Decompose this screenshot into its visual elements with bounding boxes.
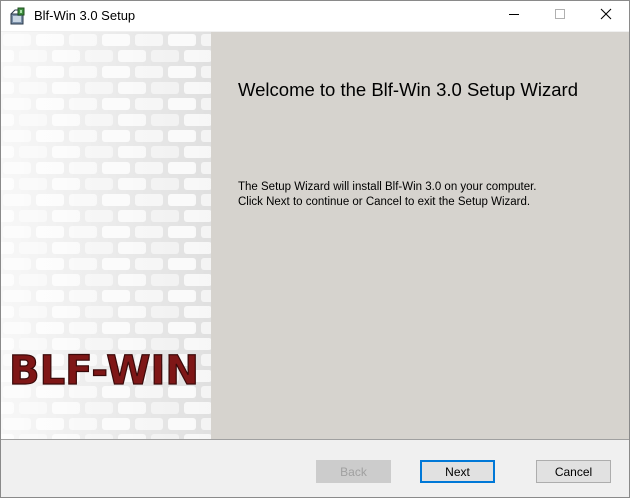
window-title: Blf-Win 3.0 Setup	[34, 8, 136, 23]
maximize-icon	[554, 7, 566, 25]
minimize-button[interactable]	[491, 1, 537, 31]
description-line: Click Next to continue or Cancel to exit…	[238, 196, 531, 208]
close-icon	[600, 7, 612, 25]
cancel-button[interactable]: Cancel	[536, 460, 611, 483]
next-button[interactable]: Next	[420, 460, 495, 483]
page-title: Welcome to the Blf-Win 3.0 Setup Wizard	[238, 79, 578, 100]
close-button[interactable]	[583, 1, 629, 31]
description-line: The Setup Wizard will install Blf-Win 3.…	[238, 181, 537, 193]
welcome-panel: Welcome to the Blf-Win 3.0 Setup Wizard …	[211, 32, 629, 439]
banner-logo: BLF-WIN	[9, 348, 199, 394]
minimize-icon	[508, 7, 520, 25]
welcome-description: The Setup Wizard will install Blf-Win 3.…	[238, 180, 536, 210]
side-banner: BLF-WIN	[1, 32, 211, 439]
banner-pattern: BLF-WIN	[1, 32, 211, 439]
installer-package-icon	[9, 7, 27, 25]
maximize-button[interactable]	[537, 1, 583, 31]
title-bar[interactable]: Blf-Win 3.0 Setup	[1, 1, 629, 31]
button-bar: Back Next Cancel	[1, 440, 629, 497]
back-button[interactable]: Back	[316, 460, 391, 483]
setup-window: Blf-Win 3.0 Setup BLF-WIN Welcome to the…	[0, 0, 630, 498]
